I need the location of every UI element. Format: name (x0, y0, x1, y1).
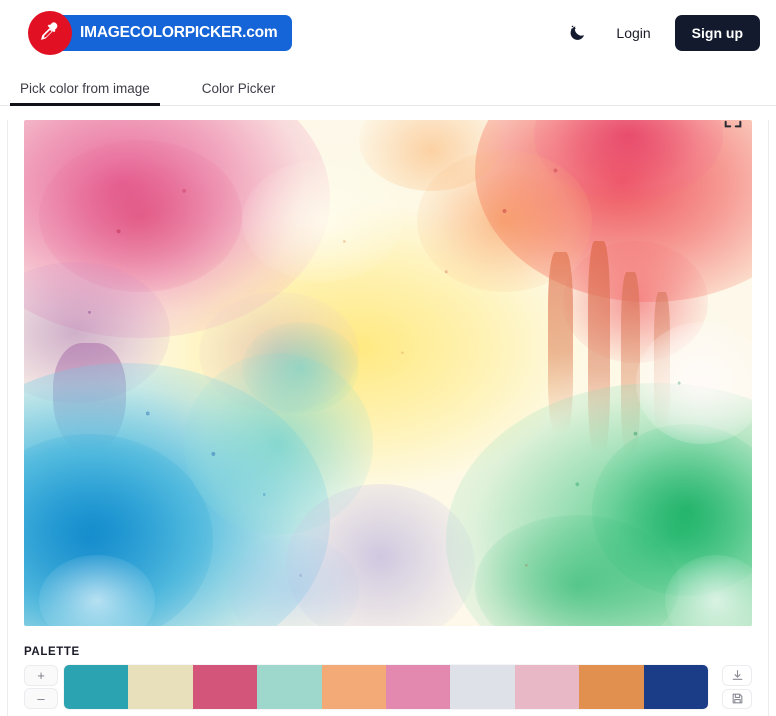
palette-title: PALETTE (24, 646, 80, 658)
eyedropper-icon (28, 11, 72, 55)
image-canvas[interactable] (24, 120, 752, 626)
main-panel: PALETTE + – (7, 120, 769, 716)
header-actions: Login Sign up (562, 15, 760, 51)
tab-color-picker[interactable]: Color Picker (192, 81, 286, 105)
palette-swatch[interactable] (386, 665, 451, 709)
palette-swatch[interactable] (64, 665, 129, 709)
moon-stars-icon[interactable] (562, 18, 592, 48)
palette-swatch[interactable] (514, 665, 580, 709)
palette-swatches (64, 665, 708, 709)
download-palette-button[interactable] (722, 665, 752, 686)
palette-swatch[interactable] (450, 665, 515, 709)
watercolor-image (24, 120, 752, 626)
palette-swatch[interactable] (192, 665, 258, 709)
palette-swatch[interactable] (257, 665, 322, 709)
palette-swatch[interactable] (579, 665, 644, 709)
palette-swatch[interactable] (128, 665, 193, 709)
site-logo[interactable]: IMAGECOLORPICKER.com (28, 11, 292, 55)
login-link[interactable]: Login (610, 21, 656, 45)
save-palette-button[interactable] (722, 688, 752, 709)
fullscreen-expand-icon[interactable] (722, 120, 744, 130)
palette-swatch[interactable] (643, 665, 708, 709)
palette-row: + – (24, 665, 752, 709)
palette-actions (722, 665, 752, 709)
palette-section: PALETTE + – (24, 646, 752, 709)
palette-size-stepper: + – (24, 665, 58, 709)
signup-button[interactable]: Sign up (674, 15, 760, 51)
tab-pick-color-from-image[interactable]: Pick color from image (10, 81, 160, 106)
palette-swatch[interactable] (321, 665, 387, 709)
site-header: IMAGECOLORPICKER.com Login Sign up (0, 0, 776, 66)
remove-color-button[interactable]: – (24, 688, 58, 709)
add-color-button[interactable]: + (24, 665, 58, 686)
brand-wordmark: IMAGECOLORPICKER.com (56, 15, 292, 51)
mode-tabs: Pick color from image Color Picker (0, 66, 776, 106)
